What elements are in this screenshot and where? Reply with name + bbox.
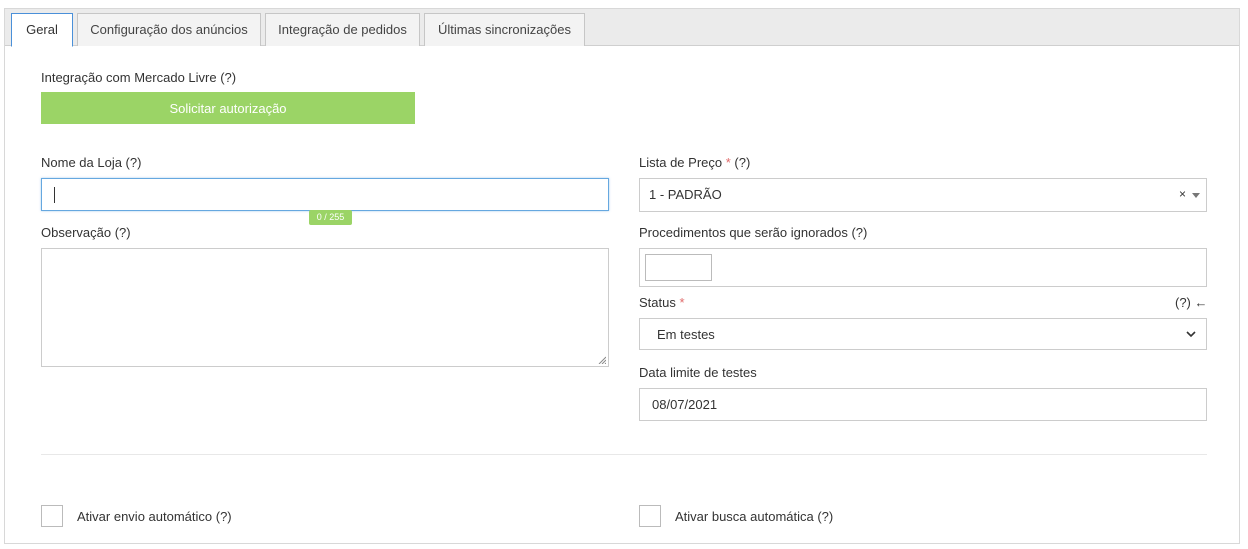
chevron-down-icon (1186, 331, 1196, 338)
store-name-input[interactable] (41, 178, 609, 211)
status-help-link[interactable]: (?) ← (1175, 295, 1208, 310)
char-counter-badge: 0 / 255 (309, 210, 352, 225)
text-caret (54, 187, 55, 203)
price-list-value: 1 - PADRÃO (649, 187, 722, 202)
ignored-procedures-tag-input[interactable] (645, 254, 712, 281)
help-link[interactable]: (?) (734, 155, 750, 170)
status-select[interactable]: Em testes (639, 318, 1207, 350)
price-list-select[interactable]: 1 - PADRÃO × (639, 178, 1207, 212)
store-name-label: Nome da Loja (?) (41, 155, 142, 170)
observation-textarea[interactable] (41, 248, 609, 367)
test-deadline-value: 08/07/2021 (652, 397, 718, 412)
ignored-procedures-field[interactable] (639, 248, 1207, 287)
auto-send-label[interactable]: Ativar envio automático (?) (77, 509, 232, 524)
test-deadline-input[interactable]: 08/07/2021 (639, 388, 1207, 421)
ignored-procedures-label: Procedimentos que serão ignorados (?) (639, 225, 868, 240)
integration-label: Integração com Mercado Livre (?) (41, 70, 237, 85)
tab-geral[interactable]: Geral (11, 13, 73, 47)
required-mark: * (679, 295, 685, 310)
auto-fetch-checkbox[interactable] (639, 505, 661, 527)
status-label: Status * (639, 295, 685, 310)
required-mark: * (725, 155, 731, 170)
observation-label: Observação (?) (41, 225, 131, 240)
request-authorization-button[interactable]: Solicitar autorização (41, 92, 415, 124)
tab-integracao-pedidos[interactable]: Integração de pedidos (265, 13, 420, 46)
clear-icon[interactable]: × (1179, 187, 1186, 201)
status-value: Em testes (657, 327, 715, 342)
auto-send-checkbox[interactable] (41, 505, 63, 527)
tab-bar: Geral Configuração dos anúncios Integraç… (5, 9, 1239, 47)
tab-ultimas-sincronizacoes[interactable]: Últimas sincronizações (424, 13, 585, 46)
resize-handle-icon[interactable] (598, 356, 606, 364)
tab-configuracao-anuncios[interactable]: Configuração dos anúncios (77, 13, 261, 46)
caret-down-icon[interactable] (1192, 193, 1200, 198)
settings-panel: Geral Configuração dos anúncios Integraç… (4, 8, 1240, 544)
section-divider (41, 454, 1207, 455)
price-list-label: Lista de Preço * (?) (639, 155, 751, 170)
test-deadline-label: Data limite de testes (639, 365, 757, 380)
auto-fetch-label[interactable]: Ativar busca automática (?) (675, 509, 833, 524)
